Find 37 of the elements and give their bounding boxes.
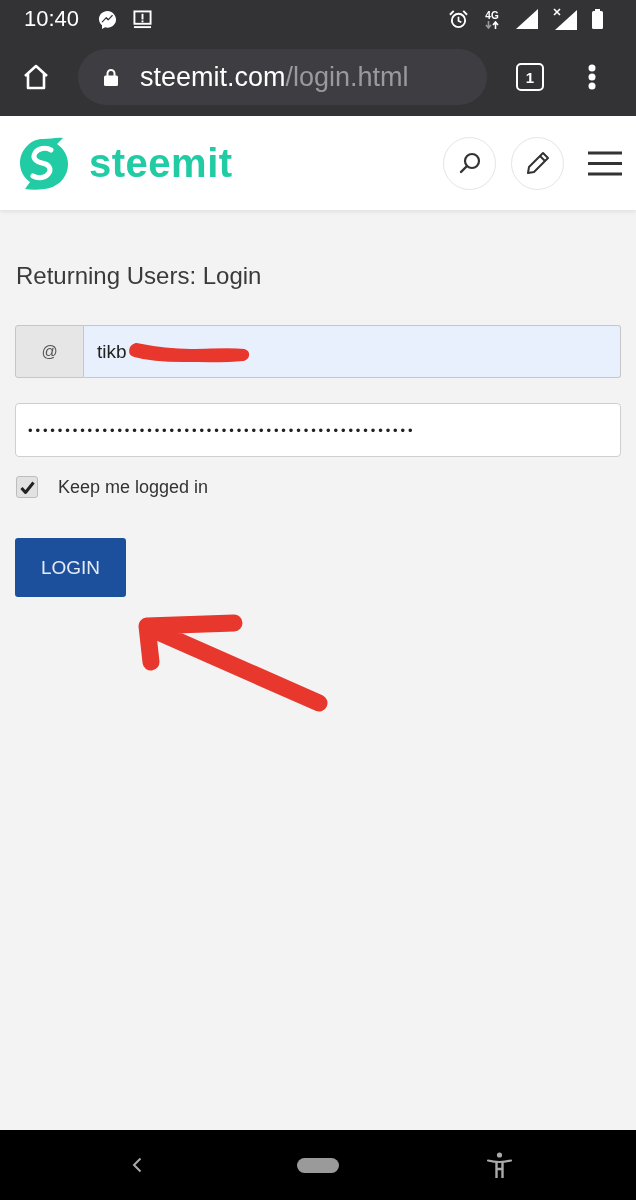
url-text: steemit.com/login.html [140,61,409,93]
menu-button[interactable] [588,150,622,176]
more-button[interactable] [588,64,596,90]
tab-switcher-button[interactable]: 1 [516,63,544,91]
checkmark-icon [19,480,35,494]
accessibility-icon [486,1151,512,1179]
keep-logged-in-checkbox[interactable] [16,476,38,498]
username-field[interactable]: tikb [84,325,621,378]
network-type: 4G [485,9,499,21]
address-bar[interactable]: steemit.com/login.html [78,49,487,105]
search-button[interactable] [443,136,496,190]
data-arrows-icon [485,20,499,29]
back-button[interactable] [132,1157,142,1173]
battery-icon [592,9,603,29]
password-field[interactable]: •••••••••••••••••••••••••••••••••••••••••••••••••••• [15,403,621,457]
alert-icon [133,9,153,29]
signal-icon [516,9,538,29]
home-button[interactable] [22,64,50,90]
menu-icon [588,150,622,176]
login-button[interactable]: LOGIN [15,538,126,597]
arrow-icon [138,612,330,712]
at-prefix: @ [15,325,84,378]
alarm-clock-icon [449,9,468,29]
accessibility-button[interactable] [486,1151,512,1179]
signal-no-data-icon [553,8,577,30]
page-title: Returning Users: Login [15,262,262,290]
checkbox-label: Keep me logged in [58,476,209,498]
home-pill-button[interactable] [297,1157,339,1173]
back-icon [132,1157,142,1173]
chat-bubble-icon [98,9,118,29]
pencil-icon [525,151,550,175]
lock-icon [104,68,118,86]
clock-time: 10:40 [24,6,80,32]
search-icon [458,152,481,174]
more-icon [588,64,596,90]
home-icon [22,64,50,90]
edit-button[interactable] [511,136,564,190]
